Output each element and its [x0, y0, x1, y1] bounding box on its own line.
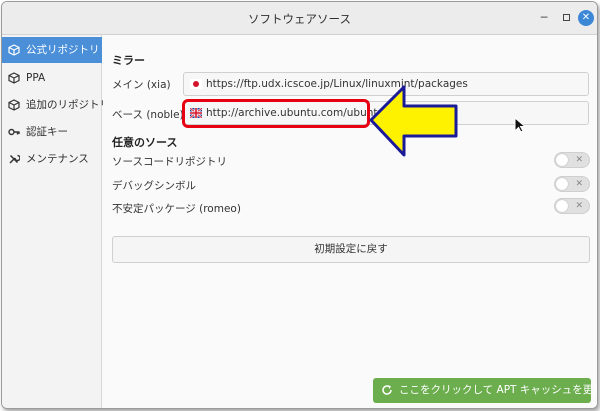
- main-panel: ミラー メイン (xia) https://ftp.udx.icscoe.jp/…: [103, 35, 597, 408]
- option-label: ソースコードリポジトリ: [112, 156, 227, 168]
- source-code-toggle[interactable]: ✕: [554, 152, 590, 168]
- highlight-box: [182, 99, 370, 128]
- maximize-icon: [562, 13, 570, 21]
- toggle-off-icon: ✕: [575, 179, 583, 189]
- debug-symbols-toggle[interactable]: ✕: [554, 176, 590, 192]
- software-sources-window: ソフトウェアソース ─ ✕ 公式リポジトリ PPA 追加のリポジトリ 認証キー …: [1, 1, 598, 409]
- mouse-cursor-icon: [514, 117, 527, 133]
- window-title: ソフトウェアソース: [248, 12, 351, 26]
- package-icon: [8, 99, 20, 111]
- sidebar-item-ppa[interactable]: PPA: [2, 65, 102, 91]
- tools-icon: [9, 154, 20, 164]
- sidebar-item-additional-repos[interactable]: 追加のリポジトリ: [2, 92, 110, 118]
- yellow-arrow-icon: [369, 85, 458, 157]
- sidebar-item-label: 認証キー: [26, 126, 68, 138]
- option-label: デバッグシンボル: [112, 180, 196, 192]
- toggle-knob: [556, 200, 568, 212]
- key-icon: [8, 128, 20, 136]
- sidebar-item-auth-keys[interactable]: 認証キー: [2, 119, 102, 145]
- optional-sources-heading: 任意のソース: [112, 136, 178, 149]
- toggle-off-icon: ✕: [575, 155, 583, 165]
- base-mirror-label: ベース (noble): [112, 109, 184, 121]
- update-button-label: ここをクリックして APT キャッシュを更新します: [399, 384, 597, 396]
- toggle-knob: [556, 178, 568, 190]
- close-button[interactable]: ✕: [578, 10, 594, 26]
- minimize-button[interactable]: ─: [536, 10, 552, 26]
- unstable-packages-toggle[interactable]: ✕: [554, 198, 590, 214]
- sidebar-item-label: 追加のリポジトリ: [26, 99, 110, 111]
- close-icon: ✕: [581, 12, 591, 23]
- sidebar-item-official-repos[interactable]: 公式リポジトリ: [2, 37, 102, 63]
- refresh-icon: [382, 385, 392, 395]
- sidebar: 公式リポジトリ PPA 追加のリポジトリ 認証キー メンテナンス: [2, 35, 110, 408]
- toggle-off-icon: ✕: [575, 201, 583, 211]
- sidebar-item-maintenance[interactable]: メンテナンス: [2, 146, 102, 172]
- titlebar: ソフトウェアソース ─ ✕: [2, 2, 597, 35]
- sidebar-item-label: メンテナンス: [26, 153, 89, 165]
- main-mirror-label: メイン (xia): [112, 79, 171, 91]
- reset-defaults-button[interactable]: 初期設定に戻す: [112, 236, 590, 263]
- toggle-knob: [556, 154, 568, 166]
- update-apt-cache-button[interactable]: ここをクリックして APT キャッシュを更新します: [373, 378, 597, 403]
- sidebar-item-label: PPA: [26, 72, 46, 84]
- package-icon: [8, 44, 20, 56]
- maximize-button[interactable]: [558, 10, 574, 26]
- package-icon: [8, 72, 20, 84]
- option-label: 不安定パッケージ (romeo): [112, 203, 241, 215]
- japan-flag-icon: [190, 79, 202, 89]
- sidebar-item-label: 公式リポジトリ: [26, 44, 100, 56]
- mirrors-heading: ミラー: [112, 54, 145, 67]
